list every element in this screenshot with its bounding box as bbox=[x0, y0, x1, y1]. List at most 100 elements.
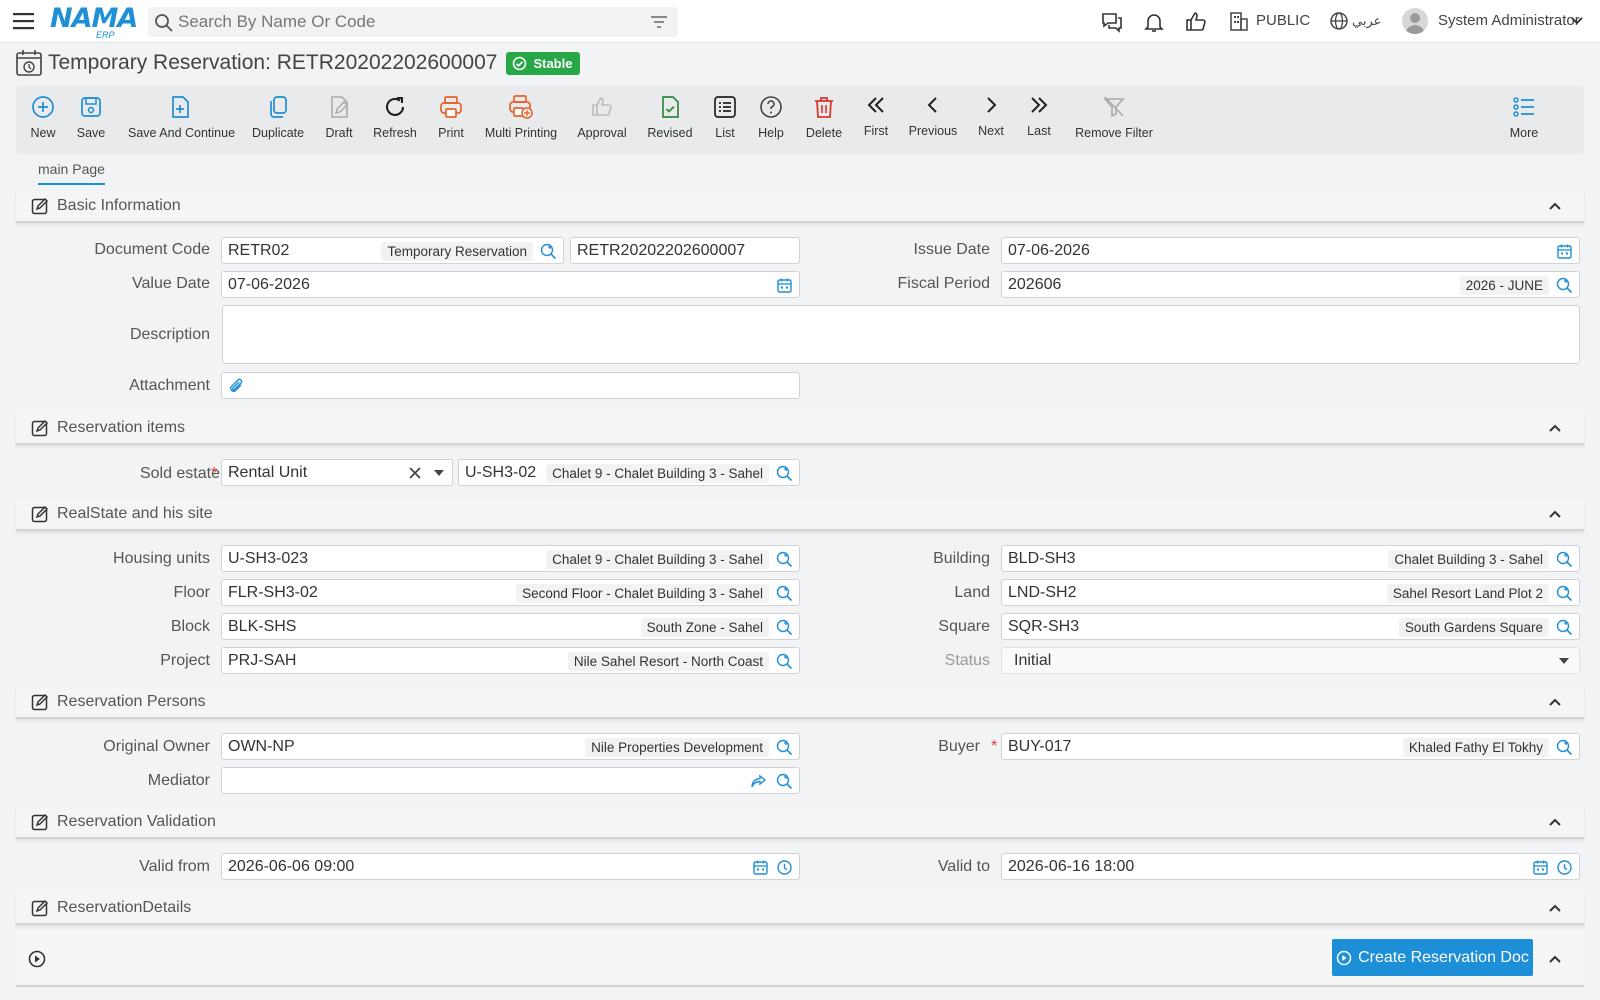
global-search bbox=[148, 7, 678, 37]
lookup-icon[interactable] bbox=[776, 585, 793, 602]
block-field[interactable]: BLK-SHS South Zone - Sahel bbox=[221, 613, 800, 640]
tab-main-page[interactable]: main Page bbox=[38, 161, 105, 185]
delete-button[interactable]: Delete bbox=[804, 94, 844, 150]
previous-button[interactable]: Previous bbox=[908, 92, 958, 148]
chevron-up-icon[interactable] bbox=[1548, 903, 1562, 913]
lookup-icon[interactable] bbox=[776, 619, 793, 636]
help-button[interactable]: Help bbox=[756, 94, 786, 150]
last-button[interactable]: Last bbox=[1024, 92, 1054, 148]
company-name[interactable]: PUBLIC bbox=[1256, 12, 1310, 29]
status-select[interactable]: Initial bbox=[1001, 647, 1580, 674]
buyer-field[interactable]: BUY-017 Khaled Fathy El Tokhy bbox=[1001, 733, 1580, 760]
save-button[interactable]: Save bbox=[76, 94, 106, 150]
calendar-icon[interactable] bbox=[752, 859, 769, 876]
new-button[interactable]: New bbox=[28, 94, 58, 150]
next-button[interactable]: Next bbox=[976, 92, 1006, 148]
label-block: Block bbox=[170, 618, 210, 635]
first-button[interactable]: First bbox=[862, 92, 890, 148]
fiscal-period-field[interactable]: 202606 2026 - JUNE bbox=[1001, 271, 1580, 298]
original-owner-field[interactable]: OWN-NP Nile Properties Development bbox=[221, 733, 800, 760]
create-reservation-doc-button[interactable]: Create Reservation Doc bbox=[1332, 939, 1533, 976]
caret-down-icon[interactable] bbox=[434, 470, 444, 478]
clock-icon[interactable] bbox=[1556, 859, 1573, 876]
document-code-field[interactable]: RETR02 Temporary Reservation bbox=[221, 237, 564, 264]
refresh-button[interactable]: Refresh bbox=[372, 94, 418, 150]
share-icon[interactable] bbox=[750, 773, 767, 790]
globe-icon[interactable] bbox=[1328, 10, 1352, 34]
play-circle-icon[interactable] bbox=[28, 950, 46, 968]
description-textarea[interactable] bbox=[222, 305, 1580, 364]
user-name[interactable]: System Administrator bbox=[1438, 12, 1580, 29]
filter-icon[interactable] bbox=[650, 15, 668, 29]
refresh-icon bbox=[382, 94, 408, 120]
calendar-icon[interactable] bbox=[1556, 243, 1573, 260]
lookup-icon[interactable] bbox=[1556, 739, 1573, 756]
search-input[interactable] bbox=[178, 12, 638, 32]
edit-icon bbox=[31, 197, 49, 215]
sold-estate-type-select[interactable]: Rental Unit bbox=[221, 459, 453, 486]
housing-units-field[interactable]: U-SH3-023 Chalet 9 - Chalet Building 3 -… bbox=[221, 545, 800, 572]
mediator-field[interactable] bbox=[221, 767, 800, 794]
clear-icon[interactable] bbox=[408, 466, 422, 480]
revised-button[interactable]: Revised bbox=[646, 94, 694, 150]
lookup-icon[interactable] bbox=[1556, 551, 1573, 568]
land-field[interactable]: LND-SH2 Sahel Resort Land Plot 2 bbox=[1001, 579, 1580, 606]
section-reservation-persons[interactable]: Reservation Persons bbox=[16, 687, 1584, 719]
lookup-icon[interactable] bbox=[540, 243, 557, 260]
approval-button[interactable]: Approval bbox=[576, 94, 628, 150]
section-basic-information[interactable]: Basic Information bbox=[16, 191, 1584, 223]
lookup-icon[interactable] bbox=[776, 739, 793, 756]
floor-field[interactable]: FLR-SH3-02 Second Floor - Chalet Buildin… bbox=[221, 579, 800, 606]
section-realstate-site[interactable]: RealState and his site bbox=[16, 499, 1584, 531]
sold-estate-unit-field[interactable]: U-SH3-023 Chalet 9 - Chalet Building 3 -… bbox=[458, 459, 800, 486]
lookup-icon[interactable] bbox=[776, 465, 793, 482]
chevron-up-icon[interactable] bbox=[1548, 697, 1562, 707]
chevron-up-icon[interactable] bbox=[1548, 509, 1562, 519]
chevron-up-icon[interactable] bbox=[1548, 423, 1562, 433]
lookup-icon[interactable] bbox=[1556, 585, 1573, 602]
calendar-icon[interactable] bbox=[1532, 859, 1549, 876]
chevron-up-icon[interactable] bbox=[1548, 954, 1562, 964]
caret-down-icon[interactable] bbox=[1559, 658, 1569, 666]
calendar-icon[interactable] bbox=[776, 277, 793, 294]
square-field[interactable]: SQR-SH3 South Gardens Square bbox=[1001, 613, 1580, 640]
more-button[interactable]: More bbox=[1508, 94, 1540, 150]
list-button[interactable]: List bbox=[712, 94, 738, 150]
duplicate-button[interactable]: Duplicate bbox=[252, 94, 304, 150]
multi-printing-button[interactable]: Multi Printing bbox=[484, 94, 558, 150]
value-date-field[interactable]: 07-06-2026 bbox=[221, 271, 800, 298]
draft-button[interactable]: Draft bbox=[324, 94, 354, 150]
document-number-field[interactable]: RETR20202202600007 bbox=[570, 237, 800, 264]
bell-icon[interactable] bbox=[1142, 10, 1166, 34]
language-switch[interactable]: عربي bbox=[1352, 14, 1381, 29]
lookup-icon[interactable] bbox=[776, 653, 793, 670]
company-icon[interactable] bbox=[1228, 10, 1252, 34]
chevron-up-icon[interactable] bbox=[1548, 817, 1562, 827]
building-field[interactable]: BLD-SH3 Chalet Building 3 - Sahel bbox=[1001, 545, 1580, 572]
chevron-up-icon[interactable] bbox=[1548, 201, 1562, 211]
nama-logo[interactable]: NAMA ERP bbox=[50, 5, 138, 41]
project-field[interactable]: PRJ-SAH Nile Sahel Resort - North Coast bbox=[221, 647, 800, 674]
chat-icon[interactable] bbox=[1100, 10, 1124, 34]
section-reservation-details[interactable]: ReservationDetails bbox=[16, 893, 1584, 925]
valid-from-field[interactable]: 2026-06-06 09:00 bbox=[221, 853, 800, 880]
title-row: Temporary Reservation: RETR2020220260000… bbox=[14, 47, 581, 79]
print-button[interactable]: Print bbox=[436, 94, 466, 150]
remove-filter-button[interactable]: Remove Filter bbox=[1072, 94, 1156, 150]
chevron-down-icon[interactable] bbox=[1570, 14, 1584, 28]
save-and-continue-button[interactable]: Save And Continue bbox=[128, 94, 235, 150]
avatar[interactable] bbox=[1402, 8, 1428, 34]
issue-date-field[interactable]: 07-06-2026 bbox=[1001, 237, 1580, 264]
thumbs-up-icon[interactable] bbox=[1184, 10, 1208, 34]
menu-icon[interactable] bbox=[12, 11, 36, 31]
section-reservation-validation[interactable]: Reservation Validation bbox=[16, 807, 1584, 839]
valid-to-field[interactable]: 2026-06-16 18:00 bbox=[1001, 853, 1580, 880]
lookup-icon[interactable] bbox=[1556, 619, 1573, 636]
clock-icon[interactable] bbox=[776, 859, 793, 876]
paperclip-icon[interactable] bbox=[228, 378, 245, 395]
attachment-field[interactable] bbox=[221, 372, 800, 399]
lookup-icon[interactable] bbox=[1556, 277, 1573, 294]
lookup-icon[interactable] bbox=[776, 551, 793, 568]
lookup-icon[interactable] bbox=[776, 773, 793, 790]
section-reservation-items[interactable]: Reservation items bbox=[16, 413, 1584, 445]
